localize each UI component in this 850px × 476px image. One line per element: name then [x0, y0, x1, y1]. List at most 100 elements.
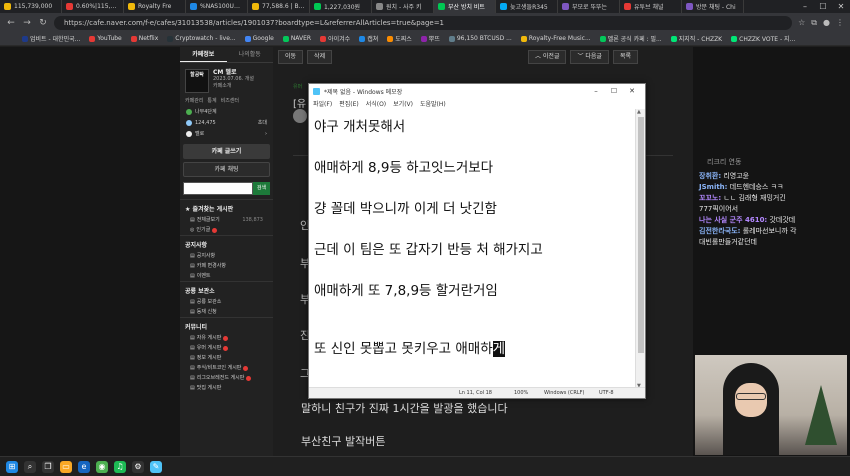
- cafe-manager-name[interactable]: CM 멜로: [213, 69, 254, 76]
- task-view-icon[interactable]: ❐: [42, 460, 54, 473]
- cafe-chat-button[interactable]: 카페 채팅: [183, 162, 270, 177]
- browser-tab[interactable]: %NAS100USD 2: [186, 0, 248, 13]
- browser-tab[interactable]: 유투브 채널: [620, 0, 682, 13]
- profile-icon[interactable]: ●: [823, 18, 830, 27]
- notepad-titlebar[interactable]: *제목 없음 - Windows 메모장 – ☐ ✕: [309, 84, 645, 98]
- notepad-text-area[interactable]: 야구 개처못해서 애매하게 8,9등 하고잇느거보다 걍 꼴데 박으니까 이게 더 …: [309, 109, 636, 389]
- sidebar-menu-item[interactable]: ▤ 카페 변경사항: [180, 261, 273, 271]
- chat-nickname[interactable]: JSmith:: [699, 183, 727, 191]
- browser-tab[interactable]: 115,739,000: [0, 0, 62, 13]
- notepad-menu-item[interactable]: 보기(V): [393, 99, 413, 108]
- cafe-admin-link[interactable]: 카페관리: [185, 97, 203, 104]
- browser-tab[interactable]: Royalty Fre: [124, 0, 186, 13]
- move-button[interactable]: 이동: [278, 50, 304, 64]
- author-avatar[interactable]: [293, 109, 307, 123]
- write-post-button[interactable]: 카페 글쓰기: [183, 144, 270, 159]
- notepad-menu-item[interactable]: 파일(F): [313, 99, 332, 108]
- bookmark-item[interactable]: 96,150 BTCUSD ...: [448, 35, 512, 42]
- sidebar-menu-item[interactable]: ▤ 공지사항: [180, 251, 273, 261]
- bookmark-item[interactable]: 뿌뜨: [420, 34, 440, 43]
- notepad-scrollbar[interactable]: ▲ ▼: [635, 109, 645, 389]
- steam-icon[interactable]: ⚙: [132, 460, 144, 473]
- bookmark-item[interactable]: 지지직 - CHZZK: [670, 34, 722, 43]
- search-icon[interactable]: ⌕: [24, 460, 36, 473]
- bookmark-item[interactable]: 업비트 - 대한민국...: [22, 34, 80, 43]
- bookmark-item[interactable]: Google: [244, 35, 274, 42]
- sidebar-menu-item[interactable]: ▤ 유머 게시판: [180, 343, 273, 353]
- url-input[interactable]: https://cafe.naver.com/f-e/cafes/3101353…: [54, 15, 793, 30]
- bookmark-item[interactable]: CHZZK VOTE - 지...: [731, 34, 795, 43]
- bookmark-item[interactable]: 멜론 공식 카페 : 필...: [599, 34, 662, 43]
- tab-my-activity[interactable]: 나의활동: [227, 47, 274, 62]
- forward-icon[interactable]: →: [22, 18, 32, 28]
- bookmark-item[interactable]: 아이겨수: [320, 34, 350, 43]
- menu-icon[interactable]: ⋮: [836, 18, 844, 27]
- scroll-up-icon[interactable]: ▲: [637, 109, 641, 115]
- browser-tab[interactable]: 77,588.6 | BTCU: [248, 0, 310, 13]
- tab-cafe-info[interactable]: 카페정보: [180, 47, 227, 62]
- list-button[interactable]: 목록: [612, 50, 638, 64]
- back-icon[interactable]: ←: [6, 18, 16, 28]
- cafe-logo[interactable]: 할공탁: [185, 69, 209, 93]
- sidebar-menu-item[interactable]: ▤ 리그오브레전드 게시판: [180, 373, 273, 383]
- notepad-window[interactable]: *제목 없음 - Windows 메모장 – ☐ ✕ 파일(F) 편집(E) 서식(…: [308, 83, 646, 399]
- biz-center-link[interactable]: 비즈센터: [221, 97, 239, 104]
- chat-nickname[interactable]: 김전한라국도:: [699, 227, 740, 235]
- sidebar-menu-item[interactable]: ▤ 정보 게시판: [180, 353, 273, 363]
- bookmark-item[interactable]: Cryptowatch - live...: [167, 35, 236, 42]
- bookmark-item[interactable]: 캡쳐: [359, 34, 378, 43]
- edge-icon[interactable]: e: [78, 460, 90, 473]
- sidebar-menu-item[interactable]: ▤ 등재 신청: [180, 307, 273, 317]
- spotify-icon[interactable]: ♫: [114, 460, 126, 473]
- chrome-icon[interactable]: ◉: [96, 460, 108, 473]
- prev-post-button[interactable]: ︿ 이전글: [527, 50, 567, 64]
- bookmark-item[interactable]: 도찌스: [387, 34, 412, 43]
- bookmark-item[interactable]: Netflix: [130, 35, 158, 42]
- bookmark-item[interactable]: Royalty-Free Music...: [520, 35, 591, 42]
- sidebar-menu-item[interactable]: ▤ 자유 게시판: [180, 333, 273, 343]
- bookmark-item[interactable]: NAVER: [282, 35, 311, 42]
- scrollbar-thumb[interactable]: [638, 117, 644, 353]
- extensions-icon[interactable]: ⧉: [811, 18, 817, 28]
- bookmark-star-icon[interactable]: ☆: [798, 18, 805, 27]
- browser-tab[interactable]: 늦고생들R345: [496, 0, 558, 13]
- sidebar-menu-item[interactable]: ▤ 맛집 게시판: [180, 383, 273, 393]
- article-category[interactable]: 유머: [293, 83, 302, 90]
- chevron-right-icon[interactable]: ›: [265, 131, 267, 137]
- maximize-icon[interactable]: ☐: [814, 0, 832, 13]
- sidebar-menu-item[interactable]: ▤ 공룡 보관소: [180, 297, 273, 307]
- menu-all-posts[interactable]: ▤ 전체글보기 138,873: [180, 215, 273, 225]
- browser-tab[interactable]: 1,227,030원: [310, 0, 372, 13]
- chat-nickname[interactable]: 꼬꼬노:: [699, 194, 721, 202]
- bookmark-item[interactable]: YouTube: [89, 35, 122, 42]
- notepad-menu-item[interactable]: 서식(O): [366, 99, 386, 108]
- notepad-menu-item[interactable]: 편집(E): [339, 99, 359, 108]
- browser-tab[interactable]: 0.60%|115,739: [62, 0, 124, 13]
- next-post-button[interactable]: ﹀ 다음글: [570, 50, 609, 64]
- cafe-intro-link[interactable]: 카페소개: [213, 83, 254, 90]
- browser-tab[interactable]: 부모로 뚜뚜는: [558, 0, 620, 13]
- cafe-search-button[interactable]: 검색: [253, 182, 270, 195]
- cafe-search-input[interactable]: [183, 182, 253, 195]
- notepad-menu-item[interactable]: 도움말(H): [420, 99, 446, 108]
- windows-start-icon[interactable]: ⊞: [6, 460, 18, 473]
- browser-tab[interactable]: 원치 - 사주 키: [372, 0, 434, 13]
- close-icon[interactable]: ✕: [832, 0, 850, 13]
- delete-button[interactable]: 삭제: [307, 50, 333, 64]
- chat-nickname[interactable]: 장취환:: [699, 172, 721, 180]
- browser-tab[interactable]: 부산 방치 비트: [434, 0, 496, 13]
- favorite-label[interactable]: 멜로: [195, 130, 204, 137]
- sidebar-menu-item[interactable]: ▤ 이벤트: [180, 271, 273, 281]
- minimize-icon[interactable]: –: [587, 87, 605, 95]
- notepad-taskbar-icon[interactable]: ✎: [150, 460, 162, 473]
- minimize-icon[interactable]: –: [796, 0, 814, 13]
- sidebar-menu-item[interactable]: ▤ 주식/비트코인 게시판: [180, 363, 273, 373]
- menu-popular[interactable]: ◎ 인기글: [180, 225, 273, 235]
- reload-icon[interactable]: ↻: [38, 18, 48, 28]
- browser-tab[interactable]: 방문 채팅 - Chi: [682, 0, 744, 13]
- file-explorer-icon[interactable]: ▭: [60, 460, 72, 473]
- stats-link[interactable]: 통계: [207, 97, 216, 104]
- invite-link[interactable]: 초대: [258, 119, 267, 126]
- maximize-icon[interactable]: ☐: [605, 87, 623, 95]
- close-icon[interactable]: ✕: [623, 87, 641, 95]
